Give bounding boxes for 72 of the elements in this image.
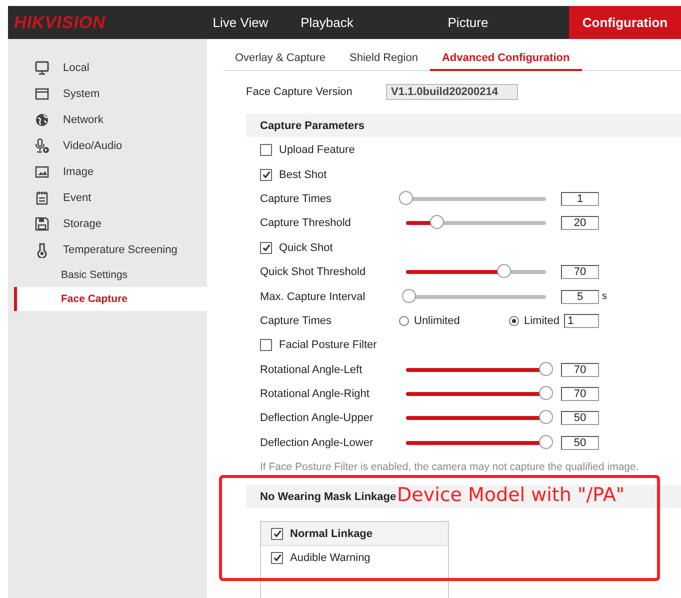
sidebar-item[interactable]: Temperature Screening xyxy=(8,237,207,263)
field-label: Rotational Angle-Left xyxy=(260,364,364,376)
slider-thumb[interactable] xyxy=(430,215,444,230)
unit-label: s xyxy=(602,291,607,302)
sidebar-item[interactable]: System xyxy=(8,81,207,107)
slider-thumb[interactable] xyxy=(539,386,553,400)
window-icon xyxy=(34,86,50,102)
radio-button[interactable] xyxy=(509,316,519,326)
checkbox-label: Upload Feature xyxy=(279,144,355,156)
value-field[interactable]: 50 xyxy=(561,436,599,450)
image-icon xyxy=(34,164,50,180)
field-label: Capture Times xyxy=(260,192,333,205)
checkbox[interactable] xyxy=(260,242,272,254)
sidebar-item[interactable]: Network xyxy=(8,107,207,133)
checkbox[interactable] xyxy=(260,144,272,156)
nav-tab[interactable]: Playback xyxy=(287,6,367,39)
sidebar-item[interactable]: Local xyxy=(8,55,207,81)
field-label: Deflection Angle-Lower xyxy=(260,436,374,449)
field-label: Rotational Angle-Right xyxy=(260,388,370,400)
tab[interactable]: Overlay & Capture xyxy=(223,52,338,71)
value-field[interactable]: 70 xyxy=(561,265,599,280)
field-label: Face Capture Version xyxy=(246,86,354,98)
hint-text: If Face Posture Filter is enabled, the camera may not capture the qualified image. xyxy=(259,460,640,476)
value-field[interactable]: 70 xyxy=(561,362,599,377)
field-label: Max. Capture Interval xyxy=(260,290,366,303)
nav-tab[interactable]: Live View xyxy=(194,6,287,39)
checkbox-label: Audible Warning xyxy=(290,552,370,564)
logo-text: HIKVISION xyxy=(14,12,106,32)
value-field[interactable]: 5 xyxy=(561,290,599,304)
sidebar-item[interactable]: Event xyxy=(8,185,207,211)
field-label: Capture Times xyxy=(260,314,333,327)
radio-label: Unlimited xyxy=(414,314,460,327)
checkbox-label: Quick Shot xyxy=(279,242,333,254)
section-header: Capture Parameters xyxy=(246,114,681,137)
sidebar-item[interactable]: Storage xyxy=(8,211,207,237)
annotation-text: Device Model with "/PA" xyxy=(397,484,625,506)
radio-button[interactable] xyxy=(399,316,409,326)
slider-thumb[interactable] xyxy=(539,362,553,376)
value-field[interactable]: 1 xyxy=(561,192,599,206)
slider-thumb[interactable] xyxy=(497,264,511,278)
sidebar-item[interactable]: Video/Audio xyxy=(8,133,207,159)
value-field[interactable]: 1 xyxy=(564,314,600,328)
sidebar-subitem[interactable]: Basic Settings xyxy=(8,263,207,287)
version-field: V1.1.0build20200214 xyxy=(386,84,518,100)
tab[interactable]: Shield Region xyxy=(337,52,430,71)
value-field[interactable]: 50 xyxy=(561,411,599,426)
checkbox-label: Facial Posture Filter xyxy=(279,339,377,352)
nav-tab[interactable]: Configuration xyxy=(569,6,681,39)
sidebar-item[interactable]: Image xyxy=(8,159,207,185)
slider-thumb[interactable] xyxy=(539,410,553,424)
column-header: Normal Linkage xyxy=(290,528,373,540)
value-field[interactable]: 70 xyxy=(561,387,599,402)
field-label: Capture Threshold xyxy=(260,217,352,230)
checkbox[interactable] xyxy=(260,168,272,181)
slider-thumb[interactable] xyxy=(402,288,416,303)
field-label: Deflection Angle-Upper xyxy=(260,412,374,424)
checkbox-label: Best Shot xyxy=(279,168,327,181)
microphone-icon xyxy=(34,138,50,154)
value-field[interactable]: 20 xyxy=(561,216,599,230)
slider-thumb[interactable] xyxy=(399,190,413,205)
nav-tab[interactable]: Picture xyxy=(367,6,569,39)
sidebar-subitem[interactable]: Face Capture xyxy=(14,287,207,311)
checkbox[interactable] xyxy=(271,552,283,564)
globe-icon xyxy=(34,112,50,128)
radio-label: Limited xyxy=(524,314,560,327)
slider-thumb[interactable] xyxy=(539,434,553,449)
field-label: Quick Shot Threshold xyxy=(260,266,367,278)
checkbox[interactable] xyxy=(271,528,283,540)
tab[interactable]: Advanced Configuration xyxy=(430,52,582,71)
calendar-icon xyxy=(34,190,50,206)
checkbox[interactable] xyxy=(260,339,272,352)
monitor-icon xyxy=(34,60,50,76)
